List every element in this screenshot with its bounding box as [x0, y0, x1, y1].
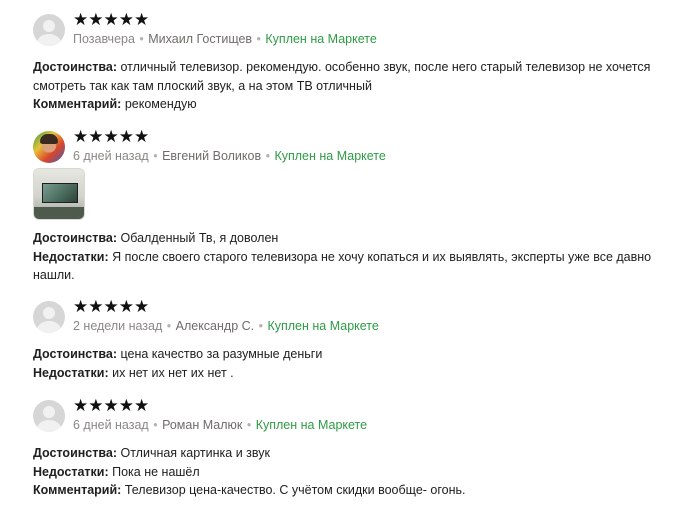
review-date: Позавчера [73, 32, 135, 46]
bought-badge: Куплен на Маркете [274, 149, 386, 163]
review-date: 6 дней назад [73, 149, 149, 163]
comment-text: рекомендую [121, 97, 197, 111]
review-header: ★★★★★ Позавчера • Михаил Гостищев • Купл… [33, 10, 663, 58]
review-cons: Недостатки: Пока не нашёл [33, 463, 663, 482]
pros-label: Достоинства: [33, 60, 118, 74]
rating-stars: ★★★★★ [73, 297, 150, 316]
review-card: ★★★★★ Позавчера • Михаил Гостищев • Купл… [33, 10, 663, 114]
cons-text: Пока не нашёл [108, 464, 200, 479]
cons-label: Недостатки: [33, 249, 109, 264]
review-date: 6 дней назад [73, 418, 149, 432]
review-date: 2 недели назад [73, 319, 163, 333]
author-name[interactable]: Роман Малюк [162, 418, 242, 432]
bought-badge: Куплен на Маркете [265, 32, 377, 46]
pros-text: Обалденный Тв, я доволен [117, 231, 279, 245]
rating-stars: ★★★★★ [73, 10, 150, 29]
comment-label: Комментарий: [33, 97, 122, 111]
default-user-icon[interactable] [33, 14, 65, 46]
rating-stars: ★★★★★ [73, 396, 150, 415]
review-photo-thumbnail[interactable] [33, 168, 85, 220]
cons-label: Недостатки: [33, 464, 109, 479]
review-cons: Недостатки: их нет их нет их нет . [33, 364, 663, 383]
default-user-icon[interactable] [33, 301, 65, 333]
rating-stars: ★★★★★ [73, 127, 150, 146]
pros-label: Достоинства: [33, 347, 118, 361]
pros-text: Отличная картинка и звук [117, 446, 270, 460]
pros-label: Достоинства: [33, 446, 118, 460]
user-photo-avatar[interactable] [33, 131, 65, 163]
review-comment: Комментарий: рекомендую [33, 95, 663, 114]
cons-text: Я после своего старого телевизора не хоч… [33, 249, 652, 283]
review-header: ★★★★★ 6 дней назад • Роман Малюк • Купле… [33, 396, 663, 444]
review-meta: 2 недели назад • Александр С. • Куплен н… [73, 319, 379, 333]
review-header: ★★★★★ 6 дней назад • Евгений Воликов • К… [33, 127, 663, 168]
comment-label: Комментарий: [33, 483, 122, 497]
author-name[interactable]: Евгений Воликов [162, 149, 261, 163]
review-card: ★★★★★ 2 недели назад • Александр С. • Ку… [33, 297, 663, 383]
review-pros: Достоинства: Отличная картинка и звук [33, 444, 663, 463]
review-comment: Комментарий: Телевизор цена-качество. С … [33, 481, 663, 500]
bought-badge: Куплен на Маркете [255, 418, 368, 432]
author-name[interactable]: Михаил Гостищев [148, 32, 252, 46]
review-card: ★★★★★ 6 дней назад • Роман Малюк • Купле… [33, 396, 663, 500]
review-cons: Недостатки: Я после своего старого телев… [33, 248, 663, 285]
review-card: ★★★★★ 6 дней назад • Евгений Воликов • К… [33, 127, 663, 285]
review-pros: Достоинства: отличный телевизор. рекомен… [33, 58, 663, 95]
pros-text: отличный телевизор. рекомендую. особенно… [33, 60, 651, 93]
comment-text: Телевизор цена-качество. С учётом скидки… [121, 483, 466, 497]
review-meta: 6 дней назад • Евгений Воликов • Куплен … [73, 149, 386, 163]
review-meta: Позавчера • Михаил Гостищев • Куплен на … [73, 32, 377, 46]
pros-label: Достоинства: [33, 231, 118, 245]
review-header: ★★★★★ 2 недели назад • Александр С. • Ку… [33, 297, 663, 345]
review-meta: 6 дней назад • Роман Малюк • Куплен на М… [73, 418, 368, 432]
bought-badge: Куплен на Маркете [267, 319, 379, 333]
cons-label: Недостатки: [33, 365, 109, 380]
cons-text: их нет их нет их нет . [108, 365, 234, 380]
pros-text: цена качество за разумные деньги [117, 347, 323, 361]
default-user-icon[interactable] [33, 400, 65, 432]
review-pros: Достоинства: цена качество за разумные д… [33, 345, 663, 364]
author-name[interactable]: Александр С. [176, 319, 255, 333]
review-pros: Достоинства: Обалденный Тв, я доволен [33, 229, 663, 248]
